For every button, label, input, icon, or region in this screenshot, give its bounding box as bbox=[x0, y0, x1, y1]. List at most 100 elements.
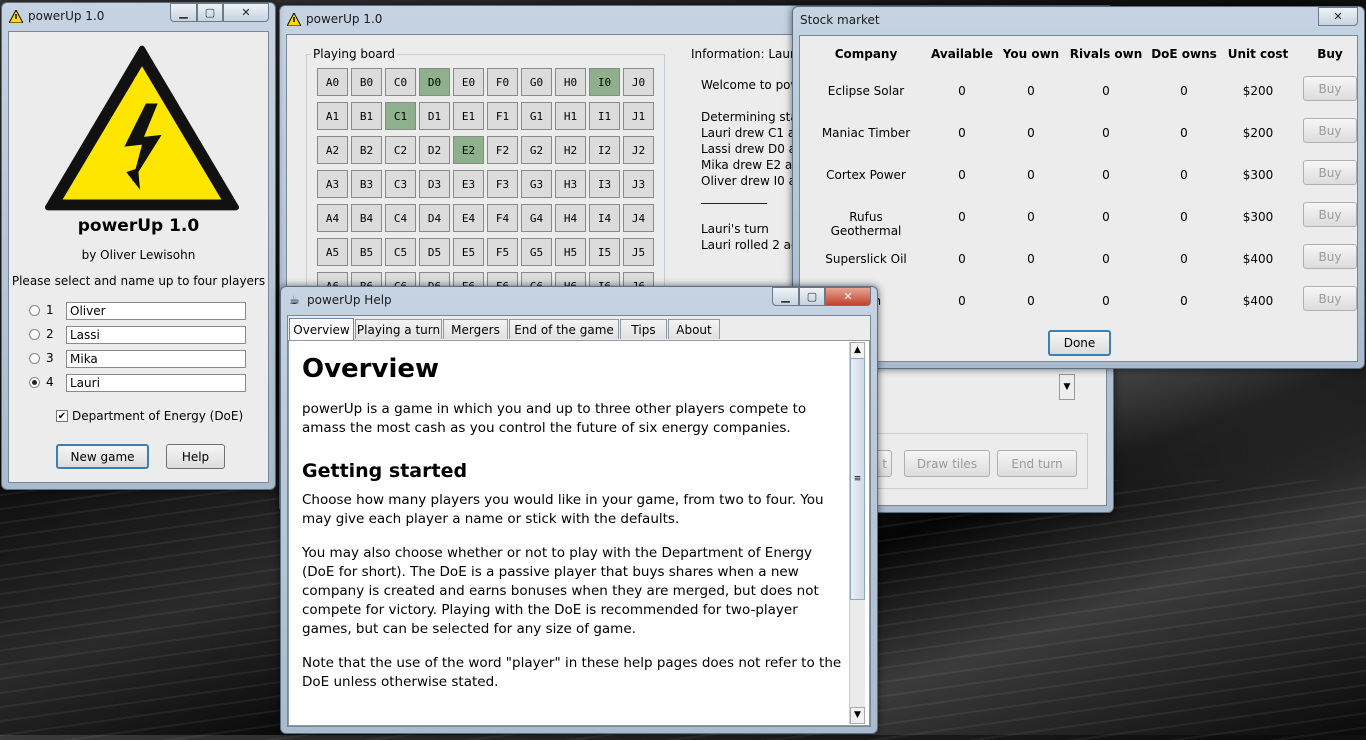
board-tile-G2[interactable]: G2 bbox=[521, 136, 552, 164]
board-tile-I4[interactable]: I4 bbox=[589, 204, 620, 232]
player-2-name-field[interactable]: Lassi bbox=[66, 326, 246, 344]
stock-buy-button[interactable]: Buy bbox=[1303, 244, 1357, 269]
board-tile-A4[interactable]: A4 bbox=[317, 204, 348, 232]
board-tile-E2[interactable]: E2 bbox=[453, 136, 484, 164]
board-tile-I3[interactable]: I3 bbox=[589, 170, 620, 198]
draw-tiles-button[interactable]: Draw tiles bbox=[904, 450, 990, 477]
scroll-thumb[interactable]: ≡ bbox=[850, 358, 865, 600]
board-tile-F0[interactable]: F0 bbox=[487, 68, 518, 96]
board-tile-B5[interactable]: B5 bbox=[351, 238, 382, 266]
stock-buy-button[interactable]: Buy bbox=[1303, 202, 1357, 227]
setup-titlebar[interactable]: powerUp 1.0 ▁ ▢ ✕ bbox=[2, 3, 275, 31]
board-tile-C3[interactable]: C3 bbox=[385, 170, 416, 198]
board-tile-B3[interactable]: B3 bbox=[351, 170, 382, 198]
board-tile-D5[interactable]: D5 bbox=[419, 238, 450, 266]
tab-playing-a-turn[interactable]: Playing a turn bbox=[355, 319, 442, 339]
stock-buy-button[interactable]: Buy bbox=[1303, 286, 1357, 311]
board-tile-H1[interactable]: H1 bbox=[555, 102, 586, 130]
board-tile-F1[interactable]: F1 bbox=[487, 102, 518, 130]
board-tile-C0[interactable]: C0 bbox=[385, 68, 416, 96]
player-4-name-field[interactable]: Lauri bbox=[66, 374, 246, 392]
close-button[interactable]: ✕ bbox=[1318, 7, 1358, 26]
board-tile-E5[interactable]: E5 bbox=[453, 238, 484, 266]
board-tile-I2[interactable]: I2 bbox=[589, 136, 620, 164]
board-tile-I5[interactable]: I5 bbox=[589, 238, 620, 266]
info-scroll-down[interactable]: ▼ bbox=[1059, 374, 1075, 400]
minimize-button[interactable]: ▁ bbox=[772, 287, 799, 306]
player-3-radio[interactable] bbox=[29, 353, 40, 364]
board-tile-J4[interactable]: J4 bbox=[623, 204, 654, 232]
board-tile-A0[interactable]: A0 bbox=[317, 68, 348, 96]
board-tile-E1[interactable]: E1 bbox=[453, 102, 484, 130]
tab-about[interactable]: About bbox=[668, 319, 720, 339]
board-tile-B2[interactable]: B2 bbox=[351, 136, 382, 164]
board-tile-G4[interactable]: G4 bbox=[521, 204, 552, 232]
stock-titlebar[interactable]: Stock market ✕ bbox=[793, 7, 1364, 35]
board-tile-H4[interactable]: H4 bbox=[555, 204, 586, 232]
board-tile-J1[interactable]: J1 bbox=[623, 102, 654, 130]
board-tile-A3[interactable]: A3 bbox=[317, 170, 348, 198]
scroll-down-arrow[interactable]: ▼ bbox=[850, 707, 865, 724]
minimize-button[interactable]: ▁ bbox=[170, 3, 197, 22]
player-1-radio[interactable] bbox=[29, 305, 40, 316]
board-tile-F5[interactable]: F5 bbox=[487, 238, 518, 266]
board-tile-D2[interactable]: D2 bbox=[419, 136, 450, 164]
maximize-button[interactable]: ▢ bbox=[197, 3, 223, 22]
tab-overview[interactable]: Overview bbox=[289, 318, 354, 340]
board-tile-E4[interactable]: E4 bbox=[453, 204, 484, 232]
new-game-button[interactable]: New game bbox=[56, 444, 149, 469]
close-button[interactable]: ✕ bbox=[825, 287, 871, 306]
board-tile-C4[interactable]: C4 bbox=[385, 204, 416, 232]
board-tile-I1[interactable]: I1 bbox=[589, 102, 620, 130]
board-tile-C2[interactable]: C2 bbox=[385, 136, 416, 164]
board-tile-D0[interactable]: D0 bbox=[419, 68, 450, 96]
tab-mergers[interactable]: Mergers bbox=[443, 319, 508, 339]
board-tile-H2[interactable]: H2 bbox=[555, 136, 586, 164]
board-tile-J3[interactable]: J3 bbox=[623, 170, 654, 198]
board-tile-J0[interactable]: J0 bbox=[623, 68, 654, 96]
board-tile-C5[interactable]: C5 bbox=[385, 238, 416, 266]
player-3-name-field[interactable]: Mika bbox=[66, 350, 246, 368]
close-button[interactable]: ✕ bbox=[223, 3, 269, 22]
board-tile-B4[interactable]: B4 bbox=[351, 204, 382, 232]
help-titlebar[interactable]: ☕ powerUp Help ▁ ▢ ✕ bbox=[281, 287, 877, 315]
board-tile-G3[interactable]: G3 bbox=[521, 170, 552, 198]
board-tile-H5[interactable]: H5 bbox=[555, 238, 586, 266]
done-button[interactable]: Done bbox=[1048, 330, 1111, 356]
board-tile-C1[interactable]: C1 bbox=[385, 102, 416, 130]
board-tile-B0[interactable]: B0 bbox=[351, 68, 382, 96]
player-2-radio[interactable] bbox=[29, 329, 40, 340]
doe-checkbox[interactable]: ✔ bbox=[56, 410, 68, 422]
board-tile-A1[interactable]: A1 bbox=[317, 102, 348, 130]
player-1-name-field[interactable]: Oliver bbox=[66, 302, 246, 320]
stock-buy-button[interactable]: Buy bbox=[1303, 118, 1357, 143]
board-tile-J2[interactable]: J2 bbox=[623, 136, 654, 164]
board-tile-D4[interactable]: D4 bbox=[419, 204, 450, 232]
board-tile-D1[interactable]: D1 bbox=[419, 102, 450, 130]
board-tile-G0[interactable]: G0 bbox=[521, 68, 552, 96]
help-button[interactable]: Help bbox=[166, 444, 225, 469]
end-turn-button[interactable]: End turn bbox=[997, 450, 1077, 477]
stock-buy-button[interactable]: Buy bbox=[1303, 160, 1357, 185]
board-tile-B1[interactable]: B1 bbox=[351, 102, 382, 130]
board-tile-J5[interactable]: J5 bbox=[623, 238, 654, 266]
board-tile-E0[interactable]: E0 bbox=[453, 68, 484, 96]
tab-end-of-the-game[interactable]: End of the game bbox=[509, 319, 619, 339]
board-tile-I0[interactable]: I0 bbox=[589, 68, 620, 96]
maximize-button[interactable]: ▢ bbox=[799, 287, 825, 306]
board-tile-A2[interactable]: A2 bbox=[317, 136, 348, 164]
board-tile-E3[interactable]: E3 bbox=[453, 170, 484, 198]
player-4-radio[interactable] bbox=[29, 377, 40, 388]
help-scrollbar[interactable]: ▲ ≡ ▼ bbox=[849, 342, 865, 724]
tab-tips[interactable]: Tips bbox=[620, 319, 667, 339]
stock-buy-button[interactable]: Buy bbox=[1303, 76, 1357, 101]
board-tile-G5[interactable]: G5 bbox=[521, 238, 552, 266]
scroll-up-arrow[interactable]: ▲ bbox=[850, 342, 865, 359]
board-tile-F2[interactable]: F2 bbox=[487, 136, 518, 164]
board-tile-F3[interactable]: F3 bbox=[487, 170, 518, 198]
board-tile-H3[interactable]: H3 bbox=[555, 170, 586, 198]
board-tile-G1[interactable]: G1 bbox=[521, 102, 552, 130]
board-tile-A5[interactable]: A5 bbox=[317, 238, 348, 266]
board-tile-F4[interactable]: F4 bbox=[487, 204, 518, 232]
board-tile-D3[interactable]: D3 bbox=[419, 170, 450, 198]
